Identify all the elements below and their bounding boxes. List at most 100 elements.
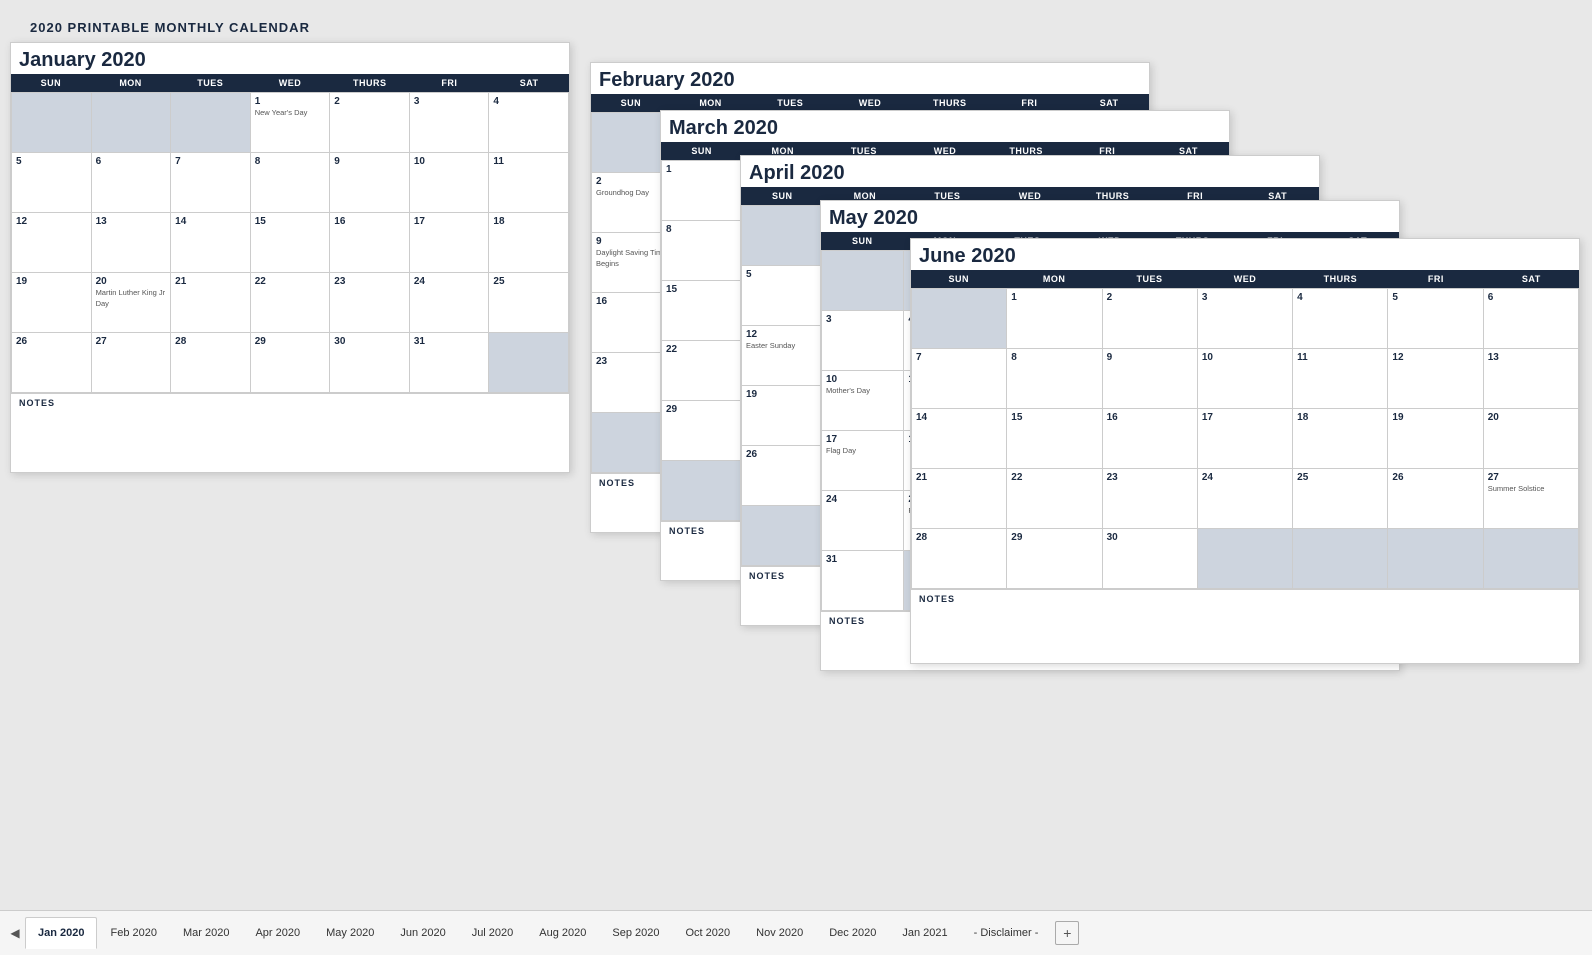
table-row: 25: [1293, 469, 1388, 529]
table-row: 3: [410, 93, 490, 153]
tab-disclaimer[interactable]: - Disclaimer -: [961, 917, 1052, 949]
table-row: [1388, 529, 1483, 589]
table-row: 4: [1293, 289, 1388, 349]
table-row: [822, 251, 904, 311]
february-title: February 2020: [591, 63, 1149, 94]
table-row: 5: [12, 153, 92, 213]
table-row: [1293, 529, 1388, 589]
calendar-january: January 2020 SUN MON TUES WED THURS FRI …: [10, 42, 570, 473]
calendar-june: June 2020 SUN MON TUES WED THURS FRI SAT…: [910, 238, 1580, 664]
tues-header: TUES: [170, 74, 250, 92]
tab-nov-2020[interactable]: Nov 2020: [743, 917, 816, 949]
table-row: 29: [662, 401, 743, 461]
tab-bar: ◀ Jan 2020 Feb 2020 Mar 2020 Apr 2020 Ma…: [0, 910, 1592, 955]
table-row: 1 New Year's Day: [251, 93, 331, 153]
table-row: [171, 93, 251, 153]
mon-header: MON: [91, 74, 171, 92]
march-title: March 2020: [661, 111, 1229, 142]
table-row: 8: [251, 153, 331, 213]
table-row: 13: [92, 213, 172, 273]
table-row: 27: [92, 333, 172, 393]
january-title: January 2020: [11, 43, 569, 74]
june-notes: NOTES: [911, 589, 1579, 608]
table-row: 27Summer Solstice: [1484, 469, 1579, 529]
table-row: [12, 93, 92, 153]
june-title: June 2020: [911, 239, 1579, 270]
table-row: 28: [171, 333, 251, 393]
table-row: 22: [662, 341, 743, 401]
table-row: 24: [410, 273, 490, 333]
table-row: 10: [1198, 349, 1293, 409]
tab-jan-2021[interactable]: Jan 2021: [889, 917, 960, 949]
table-row: 8: [662, 221, 743, 281]
tab-aug-2020[interactable]: Aug 2020: [526, 917, 599, 949]
tab-jul-2020[interactable]: Jul 2020: [459, 917, 527, 949]
table-row: 9: [330, 153, 410, 213]
table-row: 24: [822, 491, 904, 551]
fri-header: FRI: [410, 74, 490, 92]
table-row: 22: [251, 273, 331, 333]
table-row: [92, 93, 172, 153]
tab-apr-2020[interactable]: Apr 2020: [242, 917, 313, 949]
table-row: 2: [330, 93, 410, 153]
table-row: 10Mother's Day: [822, 371, 904, 431]
table-row: 11: [1293, 349, 1388, 409]
tab-mar-2020[interactable]: Mar 2020: [170, 917, 242, 949]
table-row: [1484, 529, 1579, 589]
tab-jun-2020[interactable]: Jun 2020: [387, 917, 458, 949]
table-row: 26: [12, 333, 92, 393]
table-row: 21: [171, 273, 251, 333]
table-row: 28: [912, 529, 1007, 589]
table-row: 17: [410, 213, 490, 273]
table-row: 25: [489, 273, 569, 333]
tab-dec-2020[interactable]: Dec 2020: [816, 917, 889, 949]
tab-jan-2020[interactable]: Jan 2020: [25, 917, 97, 949]
table-row: 10: [410, 153, 490, 213]
table-row: 12: [12, 213, 92, 273]
table-row: 17: [1198, 409, 1293, 469]
table-row: 5: [1388, 289, 1483, 349]
table-row: [742, 206, 824, 266]
table-row: 29: [251, 333, 331, 393]
table-row: 31: [410, 333, 490, 393]
table-row: 23: [1103, 469, 1198, 529]
table-row: 7: [912, 349, 1007, 409]
table-row: 6: [1484, 289, 1579, 349]
june-grid: 1 2 3 4 5 6 7 8 9 10 11 12 13 14 15 16 1…: [911, 288, 1579, 589]
table-row: [489, 333, 569, 393]
sun-header: SUN: [11, 74, 91, 92]
thurs-header: THURS: [330, 74, 410, 92]
table-row: 24: [1198, 469, 1293, 529]
table-row: 30: [1103, 529, 1198, 589]
table-row: 29: [1007, 529, 1102, 589]
table-row: 7: [171, 153, 251, 213]
table-row: 6: [92, 153, 172, 213]
table-row: 17Flag Day: [822, 431, 904, 491]
tab-sep-2020[interactable]: Sep 2020: [599, 917, 672, 949]
wed-header: WED: [250, 74, 330, 92]
table-row: 15: [1007, 409, 1102, 469]
tab-feb-2020[interactable]: Feb 2020: [97, 917, 169, 949]
april-title: April 2020: [741, 156, 1319, 187]
tab-add-button[interactable]: +: [1055, 921, 1079, 945]
table-row: 20 Martin Luther King Jr Day: [92, 273, 172, 333]
table-row: [742, 506, 824, 566]
table-row: 3: [822, 311, 904, 371]
january-notes: NOTES: [11, 393, 569, 412]
tab-oct-2020[interactable]: Oct 2020: [673, 917, 744, 949]
january-grid: 1 New Year's Day 2 3 4 5 6 7 8 9 10 11 1…: [11, 92, 569, 393]
tab-may-2020[interactable]: May 2020: [313, 917, 387, 949]
table-row: 16: [1103, 409, 1198, 469]
table-row: 23: [330, 273, 410, 333]
table-row: 18: [489, 213, 569, 273]
main-area: 2020 PRINTABLE MONTHLY CALENDAR January …: [0, 0, 1592, 910]
table-row: 13: [1484, 349, 1579, 409]
table-row: 19: [742, 386, 824, 446]
table-row: 4: [489, 93, 569, 153]
table-row: [662, 461, 743, 521]
table-row: 14: [171, 213, 251, 273]
sat-header: SAT: [489, 74, 569, 92]
table-row: 19: [12, 273, 92, 333]
tab-arrow-left[interactable]: ◀: [5, 923, 25, 943]
table-row: 15: [662, 281, 743, 341]
